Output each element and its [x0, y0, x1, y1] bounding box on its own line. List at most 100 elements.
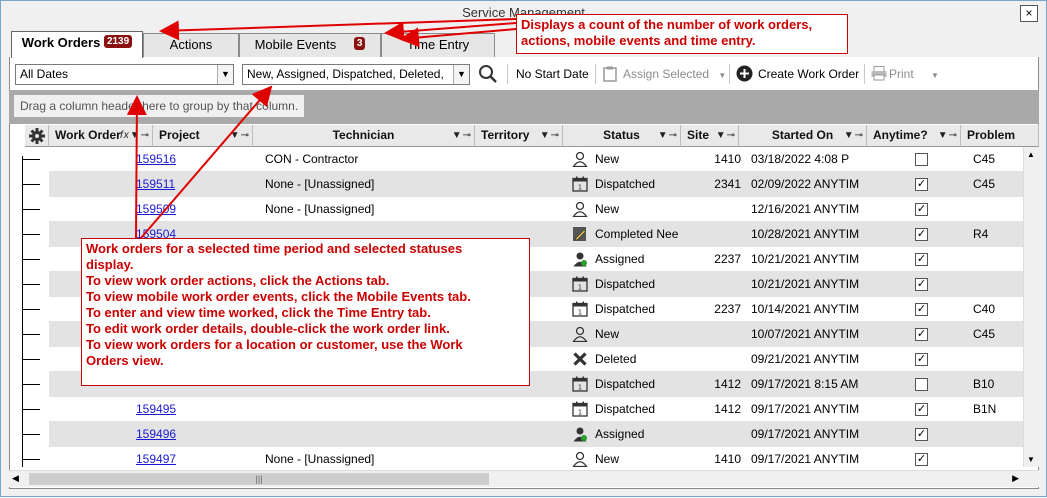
column-chooser-button[interactable] [25, 125, 49, 147]
vertical-scrollbar[interactable]: ▲ ▼ [1023, 147, 1039, 467]
table-row[interactable]: 159511 None - [Unassigned] 1 Dispatched 2341… [49, 172, 1039, 197]
tree-connector-tick [22, 284, 40, 285]
column-header-technician[interactable]: Technician ▼⊸ [253, 125, 475, 147]
close-button[interactable]: × [1020, 5, 1038, 22]
create-work-order-button[interactable]: Create Work Order [758, 67, 859, 81]
table-row[interactable]: 159509 None - [Unassigned] New 12/16/2021 A… [49, 197, 1039, 222]
svg-text:1: 1 [578, 184, 582, 192]
column-header-status[interactable]: Status ▼⊸ [563, 125, 681, 147]
column-header-site[interactable]: Site ▼⊸ [681, 125, 739, 147]
table-row[interactable]: 159495 1 Dispatched 1412 09/17/2021 ANYTIM ✓ B… [49, 397, 1039, 422]
column-header-anytime[interactable]: Anytime? ▼⊸ [867, 125, 961, 147]
callout-line: Displays a count of the number of work o… [521, 17, 813, 32]
table-row[interactable]: 159497 None - [Unassigned] New 1410 09/17/20… [49, 447, 1039, 467]
callout-line: To view work order actions, click the Ac… [86, 273, 390, 288]
table-row[interactable]: 159496 Assigned 09/17/2021 ANYTIM ✓ [49, 422, 1039, 447]
scroll-up-icon[interactable]: ▲ [1027, 150, 1035, 159]
anytime-checkbox[interactable] [915, 378, 928, 391]
work-order-link[interactable]: 159497 [136, 447, 186, 467]
work-order-link[interactable]: 159496 [136, 422, 186, 446]
group-by-panel[interactable]: Drag a column header here to group by th… [9, 90, 1039, 124]
filter-pin-icon[interactable]: ▼⊸ [658, 125, 678, 146]
started-on-cell: 02/09/2022 ANYTIM [751, 177, 860, 191]
printer-icon [871, 66, 887, 81]
anytime-checkbox[interactable]: ✓ [915, 178, 928, 191]
work-order-link[interactable]: 159509 [136, 197, 186, 221]
search-icon[interactable] [478, 64, 498, 84]
assign-selected-button[interactable]: Assign Selected ▼ [623, 67, 726, 81]
pencil-icon [572, 226, 588, 242]
status-cell: New [595, 152, 620, 166]
column-header-territory[interactable]: Territory ▼⊸ [475, 125, 563, 147]
filter-pin-icon[interactable]: ▼⊸ [844, 125, 864, 146]
scroll-thumb[interactable]: ||| [29, 473, 489, 485]
horizontal-scrollbar[interactable]: ◀ ||| ▶ [9, 470, 1039, 487]
tab-work-orders[interactable]: Work Orders 2139 [11, 31, 143, 58]
work-order-link[interactable]: 159516 [136, 147, 186, 171]
scroll-right-icon[interactable]: ▶ [1012, 473, 1019, 484]
filter-pin-icon[interactable]: ▼⊸ [938, 125, 958, 146]
tab-actions[interactable]: Actions [143, 33, 239, 57]
calendar-icon: 1 [572, 176, 588, 192]
anytime-checkbox[interactable]: ✓ [915, 453, 928, 466]
mobile-events-count-badge: 3 [353, 37, 366, 50]
column-header-started-on[interactable]: Started On ▼⊸ [739, 125, 867, 147]
callout-line: To view work orders for a location or cu… [86, 337, 463, 352]
chevron-down-icon: ▼ [931, 71, 939, 80]
column-label: Problem [967, 128, 1016, 142]
site-cell [689, 197, 741, 221]
site-cell: 2341 [714, 177, 741, 191]
table-row[interactable]: 159516 CON - Contractor New 1410 03/18/2022 … [49, 147, 1039, 172]
callout-line: To edit work order details, double-click… [86, 321, 450, 336]
no-start-date-button[interactable]: No Start Date [516, 67, 589, 81]
print-button[interactable]: Print ▼ [889, 67, 939, 81]
anytime-checkbox[interactable]: ✓ [915, 253, 928, 266]
anytime-checkbox[interactable]: ✓ [915, 353, 928, 366]
anytime-checkbox[interactable]: ✓ [915, 278, 928, 291]
tree-connector-tick [22, 409, 40, 410]
work-order-link[interactable]: 159495 [136, 397, 186, 421]
site-cell [689, 422, 741, 446]
filter-pin-icon[interactable]: ▼⊸ [716, 125, 736, 146]
started-on-cell: 10/28/2021 ANYTIM [751, 227, 860, 241]
chevron-down-icon[interactable]: ▼ [217, 65, 233, 84]
tab-mobile-events[interactable]: Mobile Events 3 [239, 33, 381, 57]
svg-text:1: 1 [578, 284, 582, 292]
tab-time-entry[interactable]: Time Entry [381, 33, 495, 57]
column-header-work-order[interactable]: Work Order fx▼⊸ [49, 125, 153, 147]
column-header-project[interactable]: Project ▼⊸ [153, 125, 253, 147]
person-assigned-icon [572, 426, 588, 442]
svg-text:1: 1 [578, 384, 582, 392]
work-order-link[interactable]: 159511 [136, 172, 186, 196]
started-on-cell: 09/17/2021 ANYTIM [751, 427, 860, 441]
tab-label: Actions [169, 37, 213, 52]
toolbar-divider [595, 64, 596, 84]
tree-connector-tick [22, 259, 40, 260]
anytime-checkbox[interactable]: ✓ [915, 328, 928, 341]
tree-connector-tick [22, 359, 40, 360]
status-cell: Assigned [595, 252, 645, 266]
anytime-checkbox[interactable]: ✓ [915, 403, 928, 416]
filter-pin-icon[interactable]: ▼⊸ [230, 125, 250, 146]
date-filter-select[interactable]: All Dates ▼ [15, 64, 234, 85]
filter-pin-icon[interactable]: fx▼⊸ [120, 125, 150, 146]
person-assigned-icon [572, 251, 588, 267]
column-header-problem[interactable]: Problem [961, 125, 1039, 147]
work-orders-count-badge: 2139 [103, 35, 133, 48]
anytime-checkbox[interactable]: ✓ [915, 303, 928, 316]
started-on-cell: 10/21/2021 ANYTIM [751, 277, 860, 291]
anytime-checkbox[interactable]: ✓ [915, 428, 928, 441]
status-cell: Dispatched [595, 302, 656, 316]
anytime-checkbox[interactable]: ✓ [915, 203, 928, 216]
technician-cell [265, 397, 475, 421]
filter-pin-icon[interactable]: ▼⊸ [540, 125, 560, 146]
scroll-left-icon[interactable]: ◀ [12, 473, 19, 484]
filter-pin-icon[interactable]: ▼⊸ [452, 125, 472, 146]
chevron-down-icon[interactable]: ▼ [453, 65, 469, 84]
technician-cell: None - [Unassigned] [265, 452, 375, 466]
status-filter-select[interactable]: New, Assigned, Dispatched, Deleted, ▼ [242, 64, 470, 85]
anytime-checkbox[interactable]: ✓ [915, 228, 928, 241]
anytime-checkbox[interactable] [915, 153, 928, 166]
scroll-down-icon[interactable]: ▼ [1027, 455, 1035, 464]
add-circle-icon [736, 65, 753, 82]
